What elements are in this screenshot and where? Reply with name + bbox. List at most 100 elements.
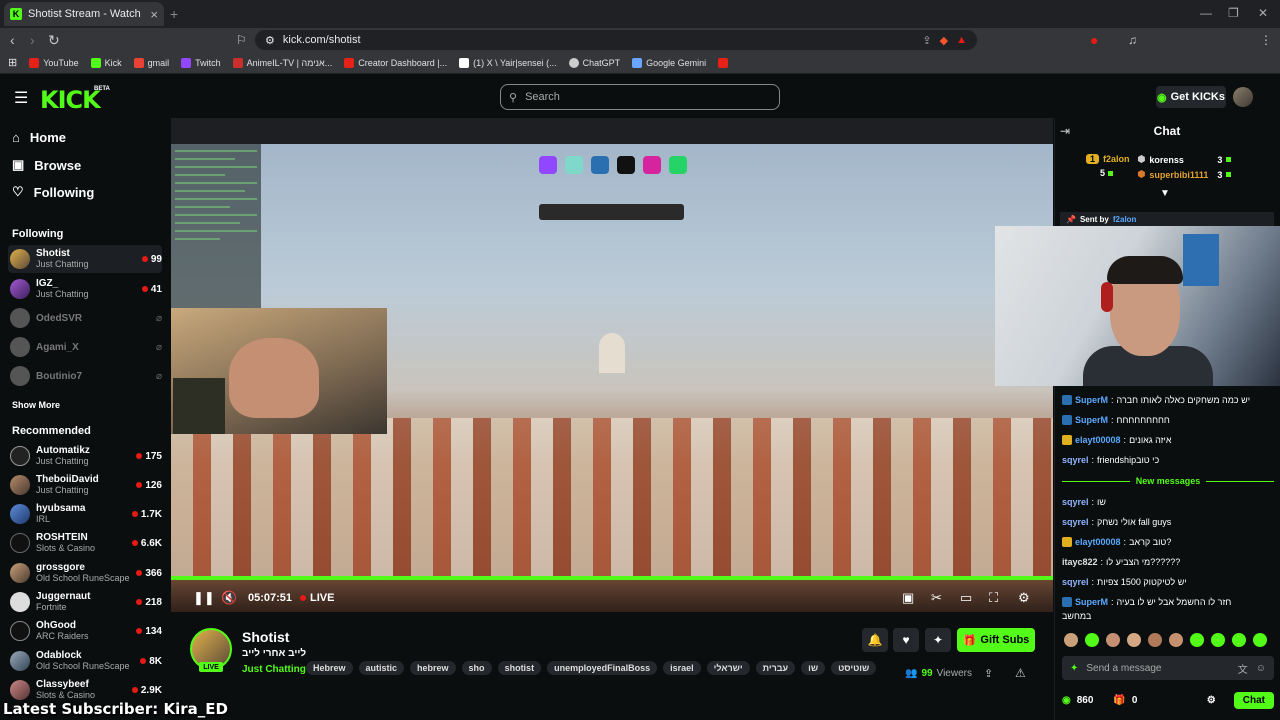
sidebar-item-home[interactable]: ⌂ Home — [12, 130, 66, 145]
chat-message[interactable]: elayt00008: טוב קראב? — [1062, 536, 1274, 548]
back-icon[interactable]: ‹ — [10, 32, 15, 48]
tag[interactable]: עברית — [755, 661, 796, 675]
apps-grid-icon[interactable]: ⊞ — [8, 56, 17, 69]
emote-icon[interactable] — [1232, 633, 1246, 647]
channel-item-odablock[interactable]: Odablock Old School RuneScape 8K — [8, 647, 162, 675]
clip-icon[interactable]: ✂ — [931, 590, 942, 606]
bookmark-chatgpt[interactable]: ChatGPT — [568, 57, 620, 68]
notification-bell-button[interactable]: 🔔 — [862, 628, 888, 652]
theater-mode-icon[interactable]: ▭ — [960, 590, 972, 606]
menu-icon[interactable]: ⋮ — [1260, 32, 1272, 48]
chat-message[interactable]: itayc822: מי הצביע לו?????? — [1062, 556, 1274, 568]
picture-in-picture-icon[interactable]: ▣ — [902, 590, 914, 606]
tag[interactable]: israel — [663, 661, 701, 675]
channel-item-agami[interactable]: Agami_X ⌀ — [8, 333, 162, 361]
share-icon[interactable]: ⇪ — [984, 667, 993, 680]
bookmark-youtube-2[interactable] — [718, 57, 729, 68]
emote-icon[interactable] — [1127, 633, 1141, 647]
chat-send-button[interactable]: Chat — [1233, 691, 1274, 709]
reload-icon[interactable]: ↻ — [48, 32, 60, 48]
bookmark-creator-dashboard[interactable]: Creator Dashboard |... — [344, 57, 447, 68]
tag[interactable]: שו — [801, 661, 826, 675]
channel-item-juggernaut[interactable]: Juggernaut Fortnite 218 — [8, 588, 162, 616]
hamburger-menu-icon[interactable]: ☰ — [14, 88, 28, 108]
forward-icon[interactable]: › — [30, 32, 35, 48]
user-avatar[interactable] — [1233, 87, 1253, 107]
tag[interactable]: autistic — [358, 661, 405, 675]
chat-username[interactable]: sqyrel — [1062, 576, 1089, 588]
bookmark-icon[interactable]: ⚐ — [236, 32, 247, 48]
emote-icon[interactable] — [1169, 633, 1183, 647]
fullscreen-icon[interactable]: ⛶ — [989, 590, 998, 606]
tag[interactable]: Hebrew — [306, 661, 353, 675]
mute-icon[interactable]: 🔇 — [221, 590, 237, 606]
emote-icon[interactable] — [1148, 633, 1162, 647]
maximize-icon[interactable]: ❐ — [1228, 6, 1239, 20]
chat-username[interactable]: itayc822 — [1062, 556, 1098, 568]
show-more-link[interactable]: Show More — [12, 400, 60, 410]
chat-username[interactable]: sqyrel — [1062, 516, 1089, 528]
chat-username[interactable]: elayt00008 — [1075, 434, 1121, 446]
chat-username[interactable]: elayt00008 — [1075, 536, 1121, 548]
report-icon[interactable]: ⚠ — [1015, 666, 1026, 680]
leaderboard-entry[interactable]: ⬢ superbibi1111 3 — [1138, 169, 1232, 180]
leaderboard-top[interactable]: 1 f2alon 5 — [1086, 154, 1130, 180]
search-input[interactable]: ⚲ Search — [500, 84, 780, 110]
bookmark-animeil[interactable]: AnimeIL-TV | אנימה... — [232, 57, 332, 68]
bookmark-twitch[interactable]: Twitch — [181, 57, 221, 68]
chat-message[interactable]: sqyrel: friendshipכי טוב — [1062, 454, 1274, 466]
chat-username[interactable]: SuperM — [1075, 414, 1108, 426]
media-icon[interactable]: ♫ — [1128, 32, 1137, 48]
chat-message[interactable]: SuperM: חזר לו החשמל אבל יש לו בעיה — [1062, 596, 1274, 608]
chat-username[interactable]: SuperM — [1075, 596, 1108, 608]
tag[interactable]: שוטיסט — [831, 661, 877, 675]
close-tab-icon[interactable]: × — [150, 7, 158, 22]
brave-shield-icon[interactable]: ◆ — [940, 34, 948, 47]
pause-icon[interactable]: ❚❚ — [193, 590, 215, 606]
video-player[interactable]: ❚❚ 🔇 05:07:51 LIVE ▣ ✂ ▭ ⛶ ⚙ — [171, 118, 1053, 612]
sparkle-button[interactable]: ✦ — [925, 628, 951, 652]
gift-subs-button[interactable]: 🎁 Gift Subs — [957, 628, 1035, 652]
leaderboard-entry[interactable]: ⬢ korenss 3 — [1138, 154, 1232, 165]
kick-logo[interactable]: KICK — [40, 86, 101, 114]
address-bar[interactable]: ⚙ kick.com/shotist ⇪ ◆ ▲ — [255, 30, 977, 50]
bookmark-gemini[interactable]: Google Gemini — [632, 57, 706, 68]
close-window-icon[interactable]: ✕ — [1258, 6, 1268, 20]
bookmark-youtube[interactable]: YouTube — [29, 57, 79, 68]
settings-gear-icon[interactable]: ⚙ — [1018, 590, 1030, 606]
pinned-message[interactable]: 📌 Sent by f2alon — [1060, 212, 1274, 226]
channel-item-roshtein[interactable]: ROSHTEIN Slots & Casino 6.6K — [8, 529, 162, 557]
stream-category[interactable]: Just Chatting — [242, 664, 306, 675]
translate-icon[interactable]: 文 — [1238, 661, 1248, 676]
extension-icon[interactable]: ● — [1090, 32, 1098, 48]
chevron-down-icon[interactable]: ▼ — [1160, 188, 1170, 199]
live-indicator[interactable]: LIVE — [300, 592, 334, 604]
share-page-icon[interactable]: ⇪ — [922, 34, 931, 47]
chat-username[interactable]: SuperM — [1075, 394, 1108, 406]
emote-icon[interactable] — [1106, 633, 1120, 647]
tag[interactable]: sho — [461, 661, 492, 675]
channel-item-shotist[interactable]: Shotist Just Chatting 99 — [8, 245, 162, 273]
bookmark-x[interactable]: (1) X \ Yair|sensei (... — [459, 57, 557, 68]
site-info-icon[interactable]: ⚙ — [265, 34, 275, 47]
sparkle-icon[interactable]: ✦ — [1070, 663, 1078, 674]
channel-item-boutinio[interactable]: Boutinio7 ⌀ — [8, 362, 162, 390]
chat-message[interactable]: sqyrel: שו — [1062, 496, 1274, 508]
new-tab-icon[interactable]: + — [170, 6, 178, 22]
sidebar-item-browse[interactable]: ▣ Browse — [12, 157, 81, 173]
chat-username[interactable]: sqyrel — [1062, 496, 1089, 508]
chat-message[interactable]: sqyrel: אולי נשחק fall guys — [1062, 516, 1274, 528]
channel-item-theboiidavid[interactable]: TheboiiDavid Just Chatting 126 — [8, 471, 162, 499]
channel-item-ohgood[interactable]: OhGood ARC Raiders 134 — [8, 617, 162, 645]
tag[interactable]: shotist — [497, 661, 542, 675]
channel-item-grossgore[interactable]: grossgore Old School RuneScape 366 — [8, 559, 162, 587]
brave-rewards-icon[interactable]: ▲ — [956, 34, 967, 47]
follow-button[interactable]: ♥ — [893, 628, 919, 652]
channel-item-igz[interactable]: IGZ_ Just Chatting 41 — [8, 275, 162, 303]
chat-message[interactable]: sqyrel: יש לטיקטוק 1500 צפיות — [1062, 576, 1274, 588]
chat-message[interactable]: SuperM: יש כמה משחקים כאלה לאותו חברה — [1062, 394, 1274, 406]
get-kicks-button[interactable]: ◉ Get KICKs — [1156, 86, 1226, 108]
channel-item-automatikz[interactable]: Automatikz Just Chatting 175 — [8, 442, 162, 470]
emote-icon[interactable] — [1064, 633, 1078, 647]
browser-tab[interactable]: K Shotist Stream - Watch Live on Ki × — [4, 2, 164, 26]
